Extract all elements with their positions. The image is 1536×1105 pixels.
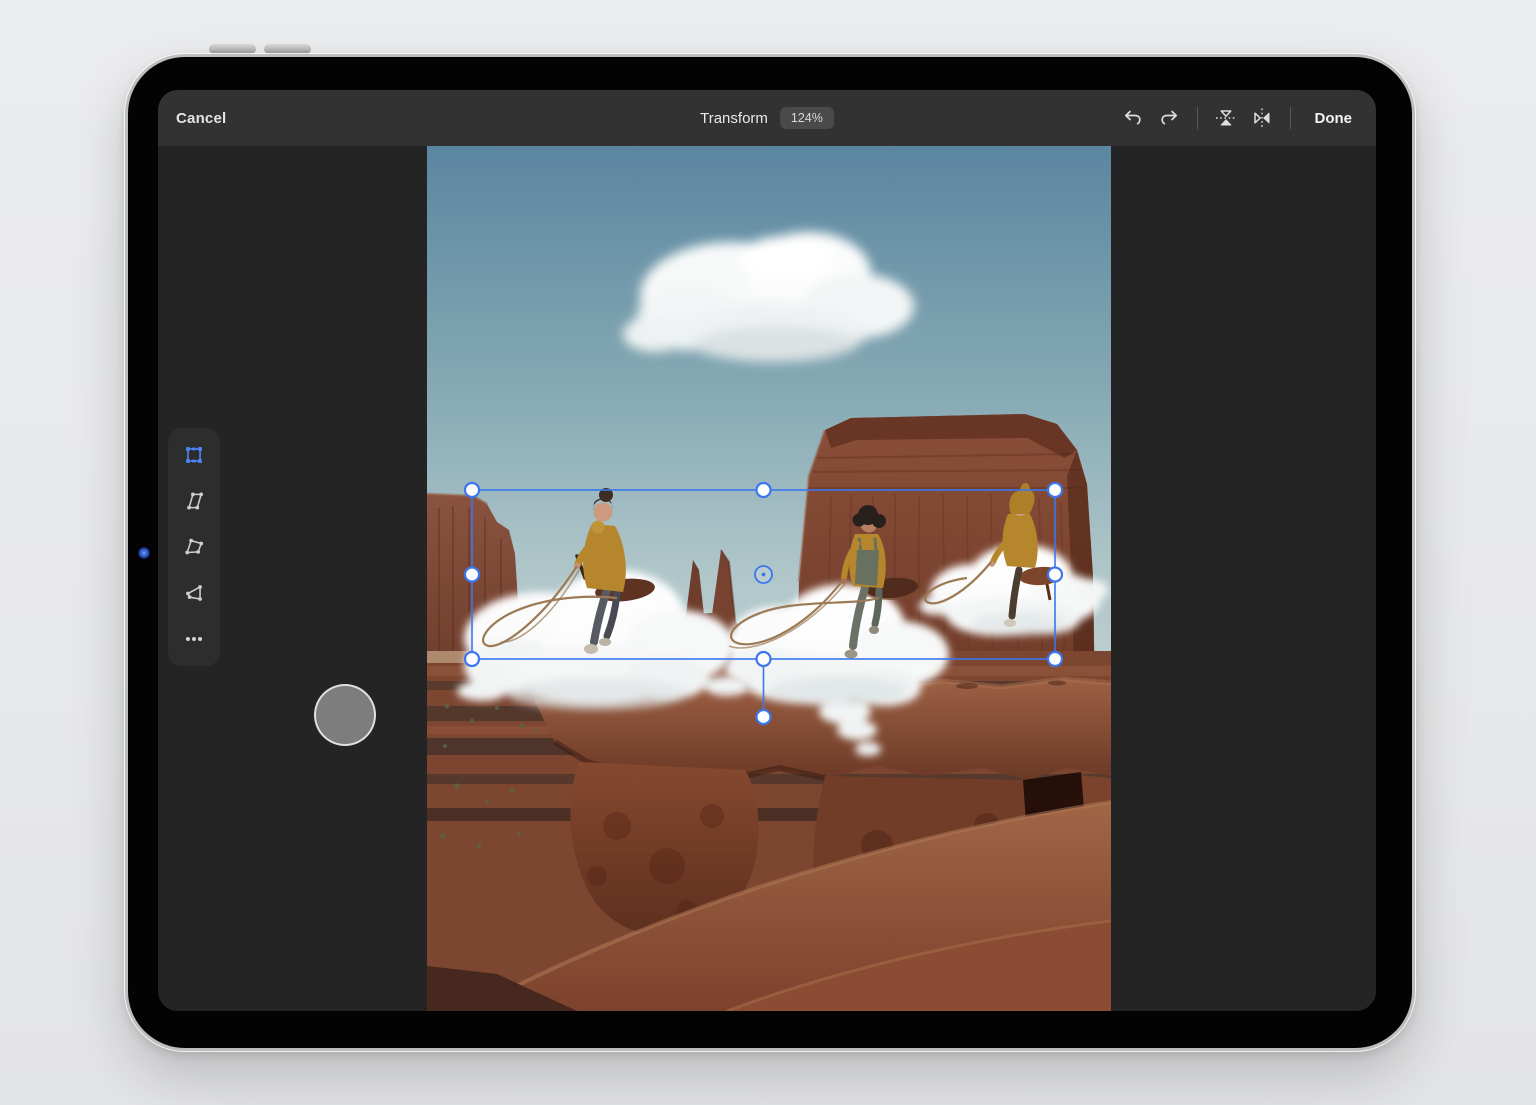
tool-perspective[interactable]: [180, 579, 208, 607]
undo-icon: [1122, 107, 1144, 129]
page-title: Transform: [700, 110, 768, 127]
redo-button[interactable]: [1151, 100, 1187, 136]
redo-icon: [1158, 107, 1180, 129]
free-transform-icon: [183, 444, 205, 466]
undo-button[interactable]: [1115, 100, 1151, 136]
toolbar-separator: [1197, 107, 1198, 129]
tool-skew[interactable]: [180, 487, 208, 515]
cancel-button[interactable]: Cancel: [176, 110, 226, 127]
done-button[interactable]: Done: [1315, 110, 1353, 127]
flip-horizontal-icon: [1250, 106, 1274, 130]
skew-icon: [183, 490, 205, 512]
more-options-icon: [183, 628, 205, 650]
top-bar-actions: Done: [1115, 100, 1359, 136]
desert-scene-illustration: [427, 146, 1111, 1011]
perspective-icon: [183, 582, 205, 604]
tool-free-transform[interactable]: [180, 441, 208, 469]
toolbar-separator: [1290, 107, 1291, 129]
transform-tool-panel: [168, 428, 220, 666]
canvas-image[interactable]: [427, 146, 1111, 1011]
canvas-area: [158, 146, 1376, 1011]
zoom-level-badge[interactable]: 124%: [780, 107, 834, 130]
volume-button-2: [264, 44, 311, 54]
flip-vertical-icon: [1214, 106, 1238, 130]
volume-button-1: [209, 44, 256, 54]
tablet-device-frame: Cancel Transform 124%: [125, 54, 1415, 1051]
top-bar: Cancel Transform 124%: [158, 90, 1376, 146]
flip-vertical-button[interactable]: [1208, 100, 1244, 136]
tool-more-options[interactable]: [180, 625, 208, 653]
distort-icon: [183, 536, 205, 558]
title-group: Transform 124%: [700, 90, 834, 146]
touch-shortcut-button[interactable]: [314, 684, 376, 746]
app-screen: Cancel Transform 124%: [158, 90, 1376, 1011]
tool-distort[interactable]: [180, 533, 208, 561]
camera-indicator-dot: [138, 547, 150, 559]
flip-horizontal-button[interactable]: [1244, 100, 1280, 136]
